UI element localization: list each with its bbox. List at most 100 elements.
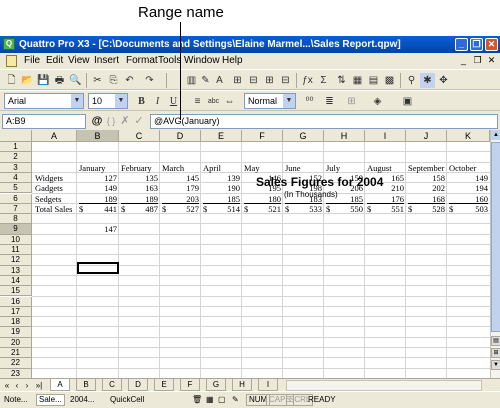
- restore-button[interactable]: ❐: [470, 38, 483, 51]
- zoom-icon[interactable]: ⚲: [404, 73, 419, 88]
- row-header-13[interactable]: 13: [0, 265, 32, 276]
- sheet-tab-i[interactable]: I: [258, 379, 278, 391]
- row-header-10[interactable]: 10: [0, 234, 32, 245]
- column-header-d[interactable]: D: [160, 130, 201, 142]
- align-center-icon[interactable]: ⇔: [222, 94, 237, 109]
- row-header-12[interactable]: 12: [0, 255, 32, 266]
- total-cell[interactable]: $514: [201, 204, 242, 215]
- row-header-14[interactable]: 14: [0, 275, 32, 287]
- total-cell[interactable]: $441: [77, 204, 119, 215]
- menu-file[interactable]: File: [24, 55, 40, 66]
- column-header-h[interactable]: H: [324, 130, 365, 142]
- menu-window[interactable]: Window: [184, 55, 220, 66]
- row-header-16[interactable]: 16: [0, 296, 32, 307]
- row-header-6[interactable]: 6: [0, 193, 32, 204]
- calc-icon[interactable]: ▦: [206, 395, 214, 404]
- number-format-icon[interactable]: ⁰⁰: [302, 94, 317, 109]
- chevron-down-icon[interactable]: ▼: [115, 94, 127, 108]
- undo-icon[interactable]: ↶: [122, 73, 137, 88]
- row-header-1[interactable]: 1: [0, 142, 32, 153]
- chevron-down-icon[interactable]: ▼: [71, 94, 83, 108]
- row-header-9[interactable]: 9: [0, 224, 32, 235]
- row-header-7[interactable]: 7: [0, 203, 32, 215]
- minimize-button[interactable]: _: [455, 38, 468, 51]
- vertical-scrollbar[interactable]: ▲ ▤ ⊞ ▼: [490, 130, 500, 378]
- prev-sheet-button[interactable]: ‹: [12, 380, 22, 391]
- scroll-up-icon[interactable]: ▲: [491, 130, 500, 140]
- spreadsheet-grid[interactable]: ABCDEFGHIJK 1 2 3 4 5 6 7 8 9 10 11 12 13 14 15 16 17 18 1…: [0, 130, 490, 378]
- formula-input[interactable]: @AVG(January): [150, 114, 498, 129]
- row-header-11[interactable]: 11: [0, 245, 32, 256]
- total-cell[interactable]: $521: [242, 204, 283, 215]
- menu-view[interactable]: View: [68, 55, 90, 66]
- speedformat-icon[interactable]: ▩: [382, 73, 397, 88]
- first-sheet-button[interactable]: «: [2, 380, 12, 391]
- sort-icon[interactable]: ⇅: [334, 73, 349, 88]
- row-header-23[interactable]: 23: [0, 368, 32, 378]
- spellcheck-icon[interactable]: abc: [206, 94, 221, 109]
- print-preview-icon[interactable]: 🔍: [68, 73, 83, 88]
- table-icon[interactable]: ▤: [366, 73, 381, 88]
- text-icon[interactable]: A: [212, 73, 227, 88]
- menu-help[interactable]: Help: [222, 55, 243, 66]
- font-size-select[interactable]: 10 ▼: [88, 93, 128, 109]
- doc-minimize-button[interactable]: _: [458, 55, 469, 66]
- lock-icon[interactable]: ▢: [218, 395, 226, 404]
- menu-format[interactable]: Format: [126, 55, 158, 66]
- confirm-button[interactable]: ✓: [132, 114, 146, 129]
- align-icon[interactable]: ≣: [322, 94, 337, 109]
- chevron-down-icon[interactable]: ▼: [283, 94, 295, 108]
- row-header-17[interactable]: 17: [0, 306, 32, 318]
- last-sheet-button[interactable]: »|: [32, 380, 46, 391]
- column-header-g[interactable]: G: [283, 130, 324, 142]
- bold-button[interactable]: B: [134, 94, 149, 109]
- trash-icon[interactable]: 🗑: [192, 395, 202, 404]
- autosum-icon[interactable]: Σ: [316, 73, 331, 88]
- scroll-thumb[interactable]: [491, 142, 500, 332]
- insert-col-icon[interactable]: ⊞: [262, 73, 277, 88]
- properties-icon[interactable]: ▣: [400, 94, 415, 109]
- underline-button[interactable]: U: [166, 94, 181, 109]
- menu-edit[interactable]: Edit: [46, 55, 63, 66]
- new-icon[interactable]: 🗋: [4, 73, 19, 88]
- style-select[interactable]: Normal ▼: [244, 93, 296, 109]
- sheet-tab-c[interactable]: C: [102, 379, 122, 391]
- sheet-tab-b[interactable]: B: [76, 379, 96, 391]
- cell-address-box[interactable]: A:B9: [2, 114, 86, 129]
- quickcell-label[interactable]: QuickCell: [110, 395, 144, 404]
- document-icon[interactable]: [6, 55, 17, 67]
- total-cell[interactable]: $503: [447, 204, 490, 215]
- active-cell-value[interactable]: 147: [77, 224, 119, 235]
- braces-button[interactable]: { }: [104, 114, 118, 129]
- cancel-button[interactable]: ✗: [118, 114, 132, 129]
- align-left-icon[interactable]: ≡: [190, 94, 205, 109]
- close-button[interactable]: ✕: [485, 38, 498, 51]
- sheet-tab-g[interactable]: G: [206, 379, 226, 391]
- column-header-f[interactable]: F: [242, 130, 283, 142]
- row-header-4[interactable]: 4: [0, 172, 32, 184]
- total-cell[interactable]: $528: [406, 204, 447, 215]
- sheet-tab-d[interactable]: D: [128, 379, 148, 391]
- row-header-18[interactable]: 18: [0, 317, 32, 328]
- redo-icon[interactable]: ↷: [142, 73, 157, 88]
- row-header-5[interactable]: 5: [0, 183, 32, 194]
- split-icon[interactable]: ▤: [491, 336, 500, 346]
- pane-icon[interactable]: ⊞: [491, 348, 500, 358]
- cut-icon[interactable]: ✂: [90, 73, 105, 88]
- italic-button[interactable]: I: [150, 94, 165, 109]
- border-icon[interactable]: ⊞: [344, 94, 359, 109]
- notebook-button[interactable]: Note...: [4, 395, 28, 404]
- year-button[interactable]: 2004...: [70, 395, 94, 404]
- save-icon[interactable]: 💾: [36, 73, 51, 88]
- column-header-i[interactable]: I: [365, 130, 406, 142]
- scroll-down-icon[interactable]: ▼: [491, 360, 500, 370]
- total-cell[interactable]: $533: [283, 204, 324, 215]
- doc-restore-button[interactable]: ❐: [472, 55, 483, 66]
- next-sheet-button[interactable]: ›: [22, 380, 32, 391]
- draw-icon[interactable]: ✎: [198, 73, 213, 88]
- row-header-22[interactable]: 22: [0, 358, 32, 369]
- total-cell[interactable]: $527: [160, 204, 201, 215]
- function-button[interactable]: @: [90, 114, 104, 129]
- column-header-b[interactable]: B: [77, 130, 119, 142]
- total-cell[interactable]: $487: [119, 204, 160, 215]
